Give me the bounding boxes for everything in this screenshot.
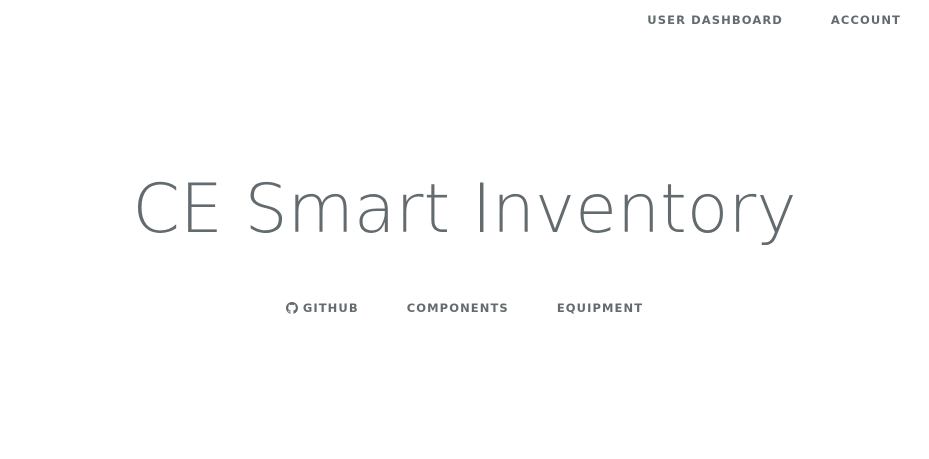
components-link[interactable]: COMPONENTS [383, 300, 533, 316]
github-icon [285, 302, 298, 314]
top-nav: USER DASHBOARD ACCOUNT [599, 12, 901, 28]
github-link[interactable]: GITHUB [262, 300, 383, 316]
user-dashboard-link[interactable]: USER DASHBOARD [647, 12, 783, 28]
account-link[interactable]: ACCOUNT [831, 12, 901, 28]
links-bar: GITHUB COMPONENTS EQUIPMENT [0, 300, 929, 316]
equipment-link[interactable]: EQUIPMENT [533, 300, 667, 316]
page-title: CE Smart Inventory [132, 170, 797, 249]
github-label: GITHUB [302, 301, 359, 315]
